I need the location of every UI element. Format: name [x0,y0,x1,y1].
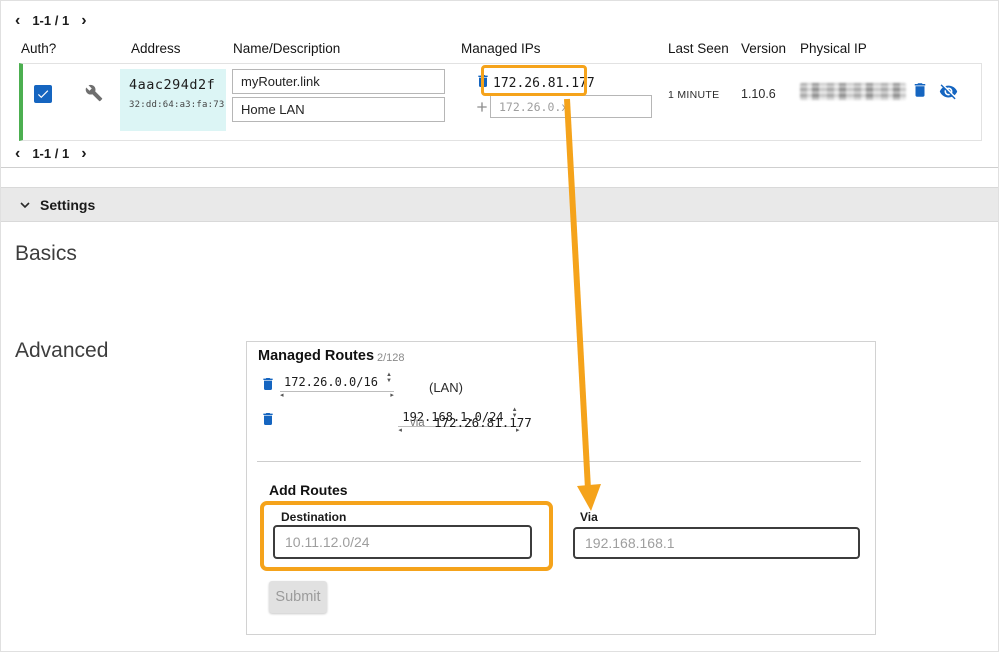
chevron-down-icon [17,197,33,213]
via-label: Via [580,510,598,524]
managed-routes-count: 2/128 [377,352,405,364]
page-next-button-bottom[interactable]: › [81,147,86,161]
route-lan-note: (LAN) [429,380,463,395]
pagination-top: ‹ 1-1 / 1 › [15,13,87,28]
header-address: Address [131,41,181,56]
route-target-stepper[interactable]: 172.26.0.0/16 ▲▼ ◂▸ [280,372,394,400]
divider [257,461,861,462]
stepper-leftright-icon[interactable]: ◂▸ [280,391,394,398]
members-section: ‹ 1-1 / 1 › Auth? Address Name/Descripti… [1,1,998,168]
last-seen-value: 1 MINUTE [668,89,719,101]
new-ip-input[interactable] [490,95,652,118]
add-ip-plus-icon[interactable] [474,99,490,115]
settings-header-label: Settings [40,197,95,213]
basics-section-title: Basics [15,242,77,266]
auth-checkbox[interactable] [34,85,52,103]
header-name: Name/Description [233,41,340,56]
add-routes-title: Add Routes [269,482,348,498]
route-via-word: via [410,417,425,429]
advanced-section-title: Advanced [15,339,108,363]
member-hwaddr: 32:dd:64:a3:fa:73 [129,100,218,110]
page-prev-button[interactable]: ‹ [15,14,20,28]
delete-route-icon[interactable] [260,411,276,427]
stepper-updown-icon[interactable]: ▲▼ [386,372,392,384]
eye-off-icon[interactable] [939,82,958,101]
checkbox-check-icon [36,87,50,101]
physical-ip-redacted [800,83,906,100]
delete-managed-ip-icon[interactable] [475,73,491,89]
member-name-input[interactable] [232,69,445,94]
header-auth: Auth? [21,41,56,56]
wrench-icon[interactable] [85,84,103,102]
managed-routes-title: Managed Routes [258,348,374,364]
route-target-value: 172.26.0.0/16 [284,375,378,389]
zerotier-network-page: { "colors": { "annotation_orange": "#F5A… [0,0,999,652]
route-via-value: 172.26.81.177 [434,415,532,430]
destination-label: Destination [281,510,346,524]
member-address: 4aac294d2f [129,77,218,93]
page-next-button[interactable]: › [81,14,86,28]
submit-button[interactable]: Submit [269,581,327,613]
delete-member-icon[interactable] [911,81,929,99]
delete-route-icon[interactable] [260,376,276,392]
header-last-seen: Last Seen [668,41,729,56]
header-managed-ips: Managed IPs [461,41,541,56]
page-range-label-bottom: 1-1 / 1 [32,146,69,161]
via-input[interactable] [573,527,860,559]
version-value: 1.10.6 [741,87,776,101]
member-row: 4aac294d2f 32:dd:64:a3:fa:73 172.26.81.1… [19,63,982,141]
page-prev-button-bottom[interactable]: ‹ [15,147,20,161]
page-range-label: 1-1 / 1 [32,13,69,28]
settings-expansion-header[interactable]: Settings [1,187,998,222]
header-physical-ip: Physical IP [800,41,867,56]
managed-routes-panel: Managed Routes 2/128 172.26.0.0/16 ▲▼ ◂▸… [246,341,876,635]
member-description-input[interactable] [232,97,445,122]
managed-ip-value: 172.26.81.177 [493,76,595,91]
header-version: Version [741,41,786,56]
member-address-cell: 4aac294d2f 32:dd:64:a3:fa:73 [120,69,226,131]
pagination-bottom: ‹ 1-1 / 1 › [15,146,87,161]
destination-input[interactable] [273,525,532,559]
